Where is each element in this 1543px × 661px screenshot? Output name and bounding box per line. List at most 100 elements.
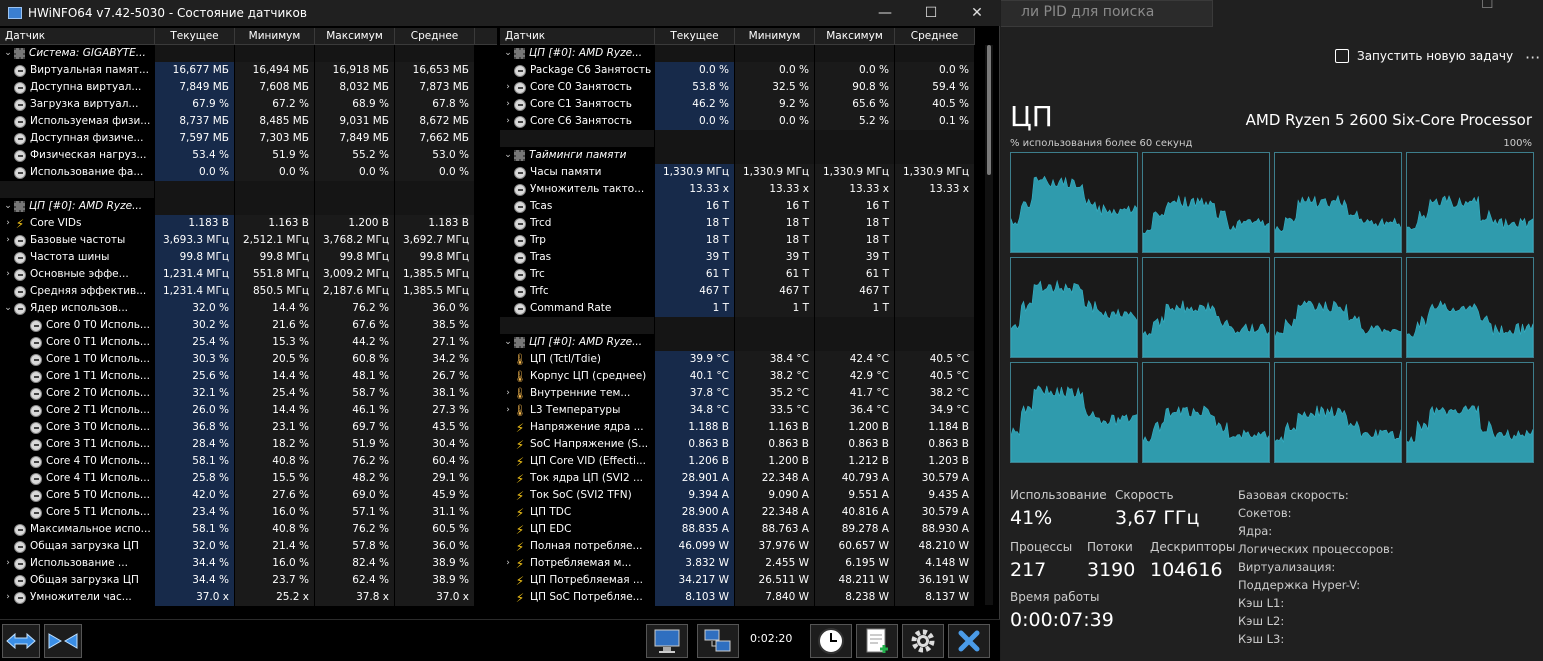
sensor-row[interactable]: Часы памяти 1,330.9 МГц 1,330.9 МГц 1,330.9… xyxy=(500,164,975,181)
sensor-row[interactable]: ⚡ ЦП EDC 88.835 А 88.763 А 89.278 А 88.930 А xyxy=(500,521,975,538)
expand-arrow-icon[interactable]: › xyxy=(502,79,514,96)
col-current-r[interactable]: Текущее xyxy=(655,28,735,44)
expand-arrow-icon[interactable]: › xyxy=(502,555,514,572)
sensor-row[interactable]: ⚡ SoC Напряжение (S... 0.863 В 0.863 В 0.863… xyxy=(500,436,975,453)
sensor-row[interactable]: Средняя эффектив... 1,231.4 МГц 850.5 МГц 2… xyxy=(0,283,497,300)
sensor-row[interactable]: › Core C0 Занятость 53.8 % 32.5 % 90.8 % 59.4… xyxy=(500,79,975,96)
close-button[interactable]: ✕ xyxy=(954,0,1000,26)
sensor-row[interactable]: › Умножители час... 37.0 x 25.2 x 37.8 x 37.0… xyxy=(0,589,497,606)
sensor-row[interactable]: › Core C6 Занятость 0.0 % 0.0 % 5.2 % 0.1 % xyxy=(500,113,975,130)
expand-arrow-icon[interactable]: ⌄ xyxy=(2,300,14,317)
monitor-icon[interactable] xyxy=(646,624,688,658)
sensor-row[interactable]: Загрузка виртуал... 67.9 % 67.2 % 68.9 % 67.… xyxy=(0,96,497,113)
sensor-row[interactable]: 🌡 Корпус ЦП (среднее) 40.1 °C 38.2 °C 42.9 °… xyxy=(500,368,975,385)
col-max[interactable]: Максимум xyxy=(315,28,395,44)
expand-arrow-icon[interactable]: › xyxy=(2,266,14,283)
sensor-row[interactable]: Core 4 T0 Исполь... 58.1 % 40.8 % 76.2 % 60.… xyxy=(0,453,497,470)
sensor-row[interactable]: Trp 18 T 18 T 18 T xyxy=(500,232,975,249)
expand-arrow-icon[interactable]: › xyxy=(2,215,14,232)
sensor-row[interactable]: Core 0 T1 Исполь... 25.4 % 15.3 % 44.2 % 27.… xyxy=(0,334,497,351)
expand-arrow-icon[interactable]: ⌄ xyxy=(502,45,514,62)
col-max-r[interactable]: Максимум xyxy=(815,28,895,44)
sensor-group-row[interactable]: ⌄ Система: GIGABYTE... xyxy=(0,45,497,62)
expand-arrow-icon[interactable]: ⌄ xyxy=(502,147,514,164)
sensor-row[interactable]: ⚡ Полная потребляе... 46.099 W 37.976 W 60.6… xyxy=(500,538,975,555)
sensor-row[interactable]: Доступна виртуал... 7,849 МБ 7,608 МБ 8,032… xyxy=(0,79,497,96)
sensor-row[interactable]: › ⚡ Потребляемая м... 3.832 W 2.455 W 6.195 W… xyxy=(500,555,975,572)
report-add-icon[interactable] xyxy=(856,624,898,658)
sensor-row[interactable]: Trfc 467 T 467 T 467 T xyxy=(500,283,975,300)
col-sensor-r[interactable]: Датчик xyxy=(500,28,655,44)
network-icon[interactable] xyxy=(697,624,739,658)
maximize-button[interactable]: ☐ xyxy=(908,0,954,26)
col-current[interactable]: Текущее xyxy=(155,28,235,44)
close-x-icon[interactable] xyxy=(948,624,990,658)
sensor-group-row[interactable]: ⌄ ЦП [#0]: AMD Ryze... xyxy=(0,198,497,215)
sensor-row[interactable]: Command Rate 1 T1 T1 T xyxy=(500,300,975,317)
sensor-row[interactable]: Core 0 T0 Исполь... 30.2 % 21.6 % 67.6 % 38.… xyxy=(0,317,497,334)
sensor-row[interactable]: ⚡ Напряжение ядра ... 1.188 В 1.163 В 1.200 … xyxy=(500,419,975,436)
col-avg[interactable]: Среднее xyxy=(395,28,475,44)
sensor-row[interactable]: › Core C1 Занятость 46.2 % 9.2 % 65.6 % 40.5 … xyxy=(500,96,975,113)
sensor-row[interactable]: Core 1 T1 Исполь... 25.6 % 14.4 % 48.1 % 26.… xyxy=(0,368,497,385)
sensor-row[interactable]: 🌡 ЦП (Tctl/Tdie) 39.9 °C 38.4 °C 42.4 °C 40.5… xyxy=(500,351,975,368)
sensor-row[interactable]: Виртуальная памят... 16,677 МБ 16,494 МБ 16… xyxy=(0,62,497,79)
col-min[interactable]: Минимум xyxy=(235,28,315,44)
sensor-row[interactable]: Core 2 T0 Исполь... 32.1 % 25.4 % 58.7 % 38.… xyxy=(0,385,497,402)
sensor-row[interactable]: Tcas 16 T 16 T 16 T xyxy=(500,198,975,215)
search-field[interactable]: ли PID для поиска xyxy=(1001,0,1213,27)
expand-arrow-icon[interactable]: ⌄ xyxy=(2,45,14,62)
sensor-row[interactable]: Core 2 T1 Исполь... 26.0 % 14.4 % 46.1 % 27.… xyxy=(0,402,497,419)
sensor-row[interactable]: › 🌡 L3 Температуры 34.8 °C 33.5 °C 36.4 °C 34.… xyxy=(500,402,975,419)
sensor-row[interactable]: Общая загрузка ЦП 32.0 % 21.4 % 57.8 % 36.0 … xyxy=(0,538,497,555)
expand-arrow-icon[interactable]: › xyxy=(2,232,14,249)
vertical-scrollbar[interactable] xyxy=(985,45,993,605)
sensor-row[interactable]: Trcd 18 T 18 T 18 T xyxy=(500,215,975,232)
sensor-row[interactable]: ⚡ ЦП Core VID (Effecti... 1.206 В 1.200 В 1.… xyxy=(500,453,975,470)
sensor-row[interactable]: › Основные эффе... 1,231.4 МГц 551.8 МГц 3,0… xyxy=(0,266,497,283)
sensor-row[interactable]: › 🌡 Внутренние тем... 37.8 °C 35.2 °C 41.7 °C… xyxy=(500,385,975,402)
sensor-row[interactable]: Core 3 T1 Исполь... 28.4 % 18.2 % 51.9 % 30.… xyxy=(0,436,497,453)
sensor-row[interactable]: Используемая физи... 8,737 МБ 8,485 МБ 9,03… xyxy=(0,113,497,130)
sensor-row[interactable]: Частота шины 99.8 МГц 99.8 МГц 99.8 МГц 99.8… xyxy=(0,249,497,266)
expand-arrow-icon[interactable]: › xyxy=(502,113,514,130)
sensor-row[interactable]: Физическая нагруз... 53.4 % 51.9 % 55.2 % 53… xyxy=(0,147,497,164)
col-avg-r[interactable]: Среднее xyxy=(895,28,975,44)
sensor-row[interactable]: Использование фа... 0.0 % 0.0 % 0.0 % 0.0 % xyxy=(0,164,497,181)
sensor-row[interactable]: Доступная физиче... 7,597 МБ 7,303 МБ 7,849… xyxy=(0,130,497,147)
col-min-r[interactable]: Минимум xyxy=(735,28,815,44)
expand-arrow-icon[interactable]: ⌄ xyxy=(2,198,14,215)
sensor-row[interactable]: Умножитель такто... 13.33 x 13.33 x 13.33 x… xyxy=(500,181,975,198)
sensor-row[interactable]: Общая загрузка ЦП 34.4 % 23.7 % 62.4 % 38.9 … xyxy=(0,572,497,589)
settings-gear-icon[interactable] xyxy=(902,624,944,658)
collapse-arrows-icon[interactable] xyxy=(44,624,82,658)
sensor-row[interactable]: Core 1 T0 Исполь... 30.3 % 20.5 % 60.8 % 34.… xyxy=(0,351,497,368)
nav-arrows-icon[interactable] xyxy=(2,624,40,658)
sensor-row[interactable]: Core 3 T0 Исполь... 36.8 % 23.1 % 69.7 % 43.… xyxy=(0,419,497,436)
sensor-row[interactable]: ⚡ ЦП Потребляемая ... 34.217 W 26.511 W 48.2… xyxy=(500,572,975,589)
sensor-row[interactable]: Package C6 Занятость 0.0 % 0.0 % 0.0 % 0.0 % xyxy=(500,62,975,79)
sensor-row[interactable]: Максимальное испо... 58.1 % 40.8 % 76.2 % 60… xyxy=(0,521,497,538)
sensor-row[interactable]: Tras 39 T 39 T 39 T xyxy=(500,249,975,266)
sensor-group-row[interactable]: ⌄ ЦП [#0]: AMD Ryze... xyxy=(500,45,975,62)
sensor-row[interactable]: ⚡ Ток SoC (SVI2 TFN) 9.394 А 9.090 А 9.551 А… xyxy=(500,487,975,504)
expand-arrow-icon[interactable]: › xyxy=(2,555,14,572)
sensor-row[interactable]: ⌄ Ядер использов... 32.0 % 14.4 % 76.2 % 36.0… xyxy=(0,300,497,317)
minimize-button[interactable]: — xyxy=(862,0,908,26)
sensor-row[interactable]: › Использование ... 34.4 % 16.0 % 82.4 % 38.9… xyxy=(0,555,497,572)
expand-arrow-icon[interactable]: › xyxy=(502,96,514,113)
sensor-group-row[interactable]: ⌄ ЦП [#0]: AMD Ryze... xyxy=(500,334,975,351)
sensor-group-row[interactable]: ⌄ Тайминги памяти xyxy=(500,147,975,164)
run-new-task-button[interactable]: Запустить новую задачу xyxy=(1335,49,1513,63)
sensor-row[interactable]: › ⚡ Core VIDs 1.183 В 1.163 В 1.200 В 1.183 В xyxy=(0,215,497,232)
col-sensor[interactable]: Датчик xyxy=(0,28,155,44)
sensor-row[interactable]: ⚡ ЦП TDC 28.900 А 22.348 А 40.816 А 30.579 А xyxy=(500,504,975,521)
more-options-icon[interactable]: ··· xyxy=(1525,48,1540,67)
sensor-row[interactable]: ⚡ Ток ядра ЦП (SVI2 ... 28.901 А 22.348 А 40… xyxy=(500,470,975,487)
sensor-row[interactable]: ⚡ ЦП SoC Потребляе... 8.103 W 7.840 W 8.238 … xyxy=(500,589,975,606)
scroll-thumb[interactable] xyxy=(987,45,991,175)
sensor-row[interactable]: Core 5 T0 Исполь... 42.0 % 27.6 % 69.0 % 45.… xyxy=(0,487,497,504)
sensor-row[interactable]: › Базовые частоты 3,693.3 МГц 2,512.1 МГц 3,… xyxy=(0,232,497,249)
restore-icon[interactable]: ☐ xyxy=(1481,0,1494,12)
sensor-row[interactable]: Core 5 T1 Исполь... 23.4 % 16.0 % 57.1 % 31.… xyxy=(0,504,497,521)
